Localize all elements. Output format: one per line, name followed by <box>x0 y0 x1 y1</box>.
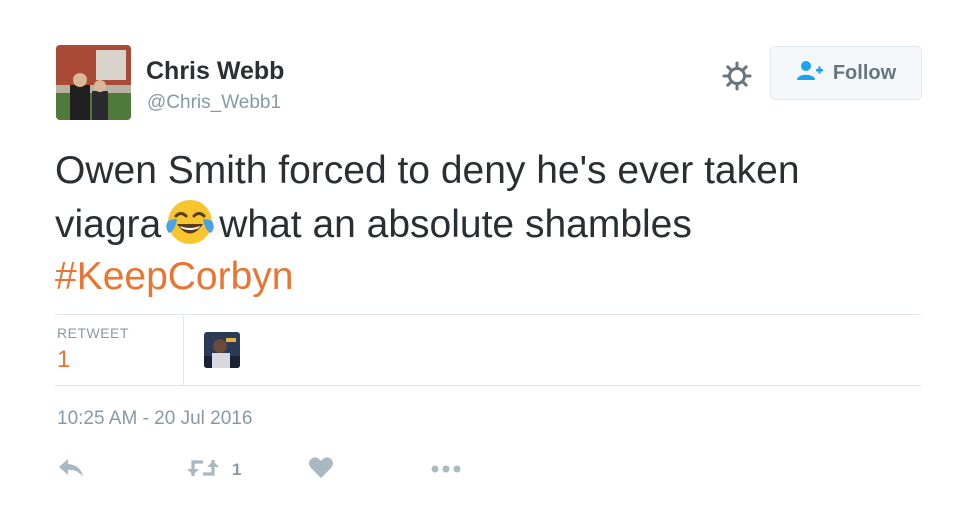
tweet-text-before-emoji: viagra <box>55 203 162 246</box>
follow-button[interactable]: Follow <box>770 46 922 100</box>
more-dots-icon <box>430 461 462 479</box>
divider-top <box>55 314 921 315</box>
reply-icon <box>57 456 85 485</box>
tweet-text-line-1: Owen Smith forced to deny he's ever take… <box>55 149 800 192</box>
retweet-icon <box>186 456 220 485</box>
tweet-text-after-emoji: what an absolute shambles <box>219 203 692 246</box>
like-button[interactable] <box>308 455 334 485</box>
retweet-action-count: 1 <box>232 460 242 479</box>
hashtag-link[interactable]: #KeepCorbyn <box>55 255 294 298</box>
user-display-name[interactable]: Chris Webb <box>146 57 284 86</box>
more-options-button[interactable] <box>430 455 462 485</box>
reply-button[interactable] <box>57 455 85 485</box>
person-add-icon <box>796 60 824 87</box>
retweet-button[interactable]: 1 <box>186 455 241 485</box>
retweet-stat-count[interactable]: 1 <box>57 346 70 374</box>
gear-icon[interactable] <box>722 61 752 91</box>
divider-bottom <box>55 385 921 386</box>
stats-separator <box>183 316 184 385</box>
tweet-timestamp[interactable]: 10:25 AM - 20 Jul 2016 <box>57 408 252 430</box>
user-handle[interactable]: @Chris_Webb1 <box>147 92 281 114</box>
tweet-text: Owen Smith forced to deny he's ever take… <box>55 145 935 303</box>
heart-icon <box>308 456 334 485</box>
follow-button-label: Follow <box>832 61 897 84</box>
retweet-stat-label: RETWEET <box>57 325 129 341</box>
tears-of-joy-emoji-icon <box>165 197 215 247</box>
retweeter-avatar[interactable] <box>204 332 240 368</box>
tweet-text-line-2: viagra what an absolute shambles <box>55 197 935 251</box>
profile-avatar[interactable] <box>56 45 131 120</box>
